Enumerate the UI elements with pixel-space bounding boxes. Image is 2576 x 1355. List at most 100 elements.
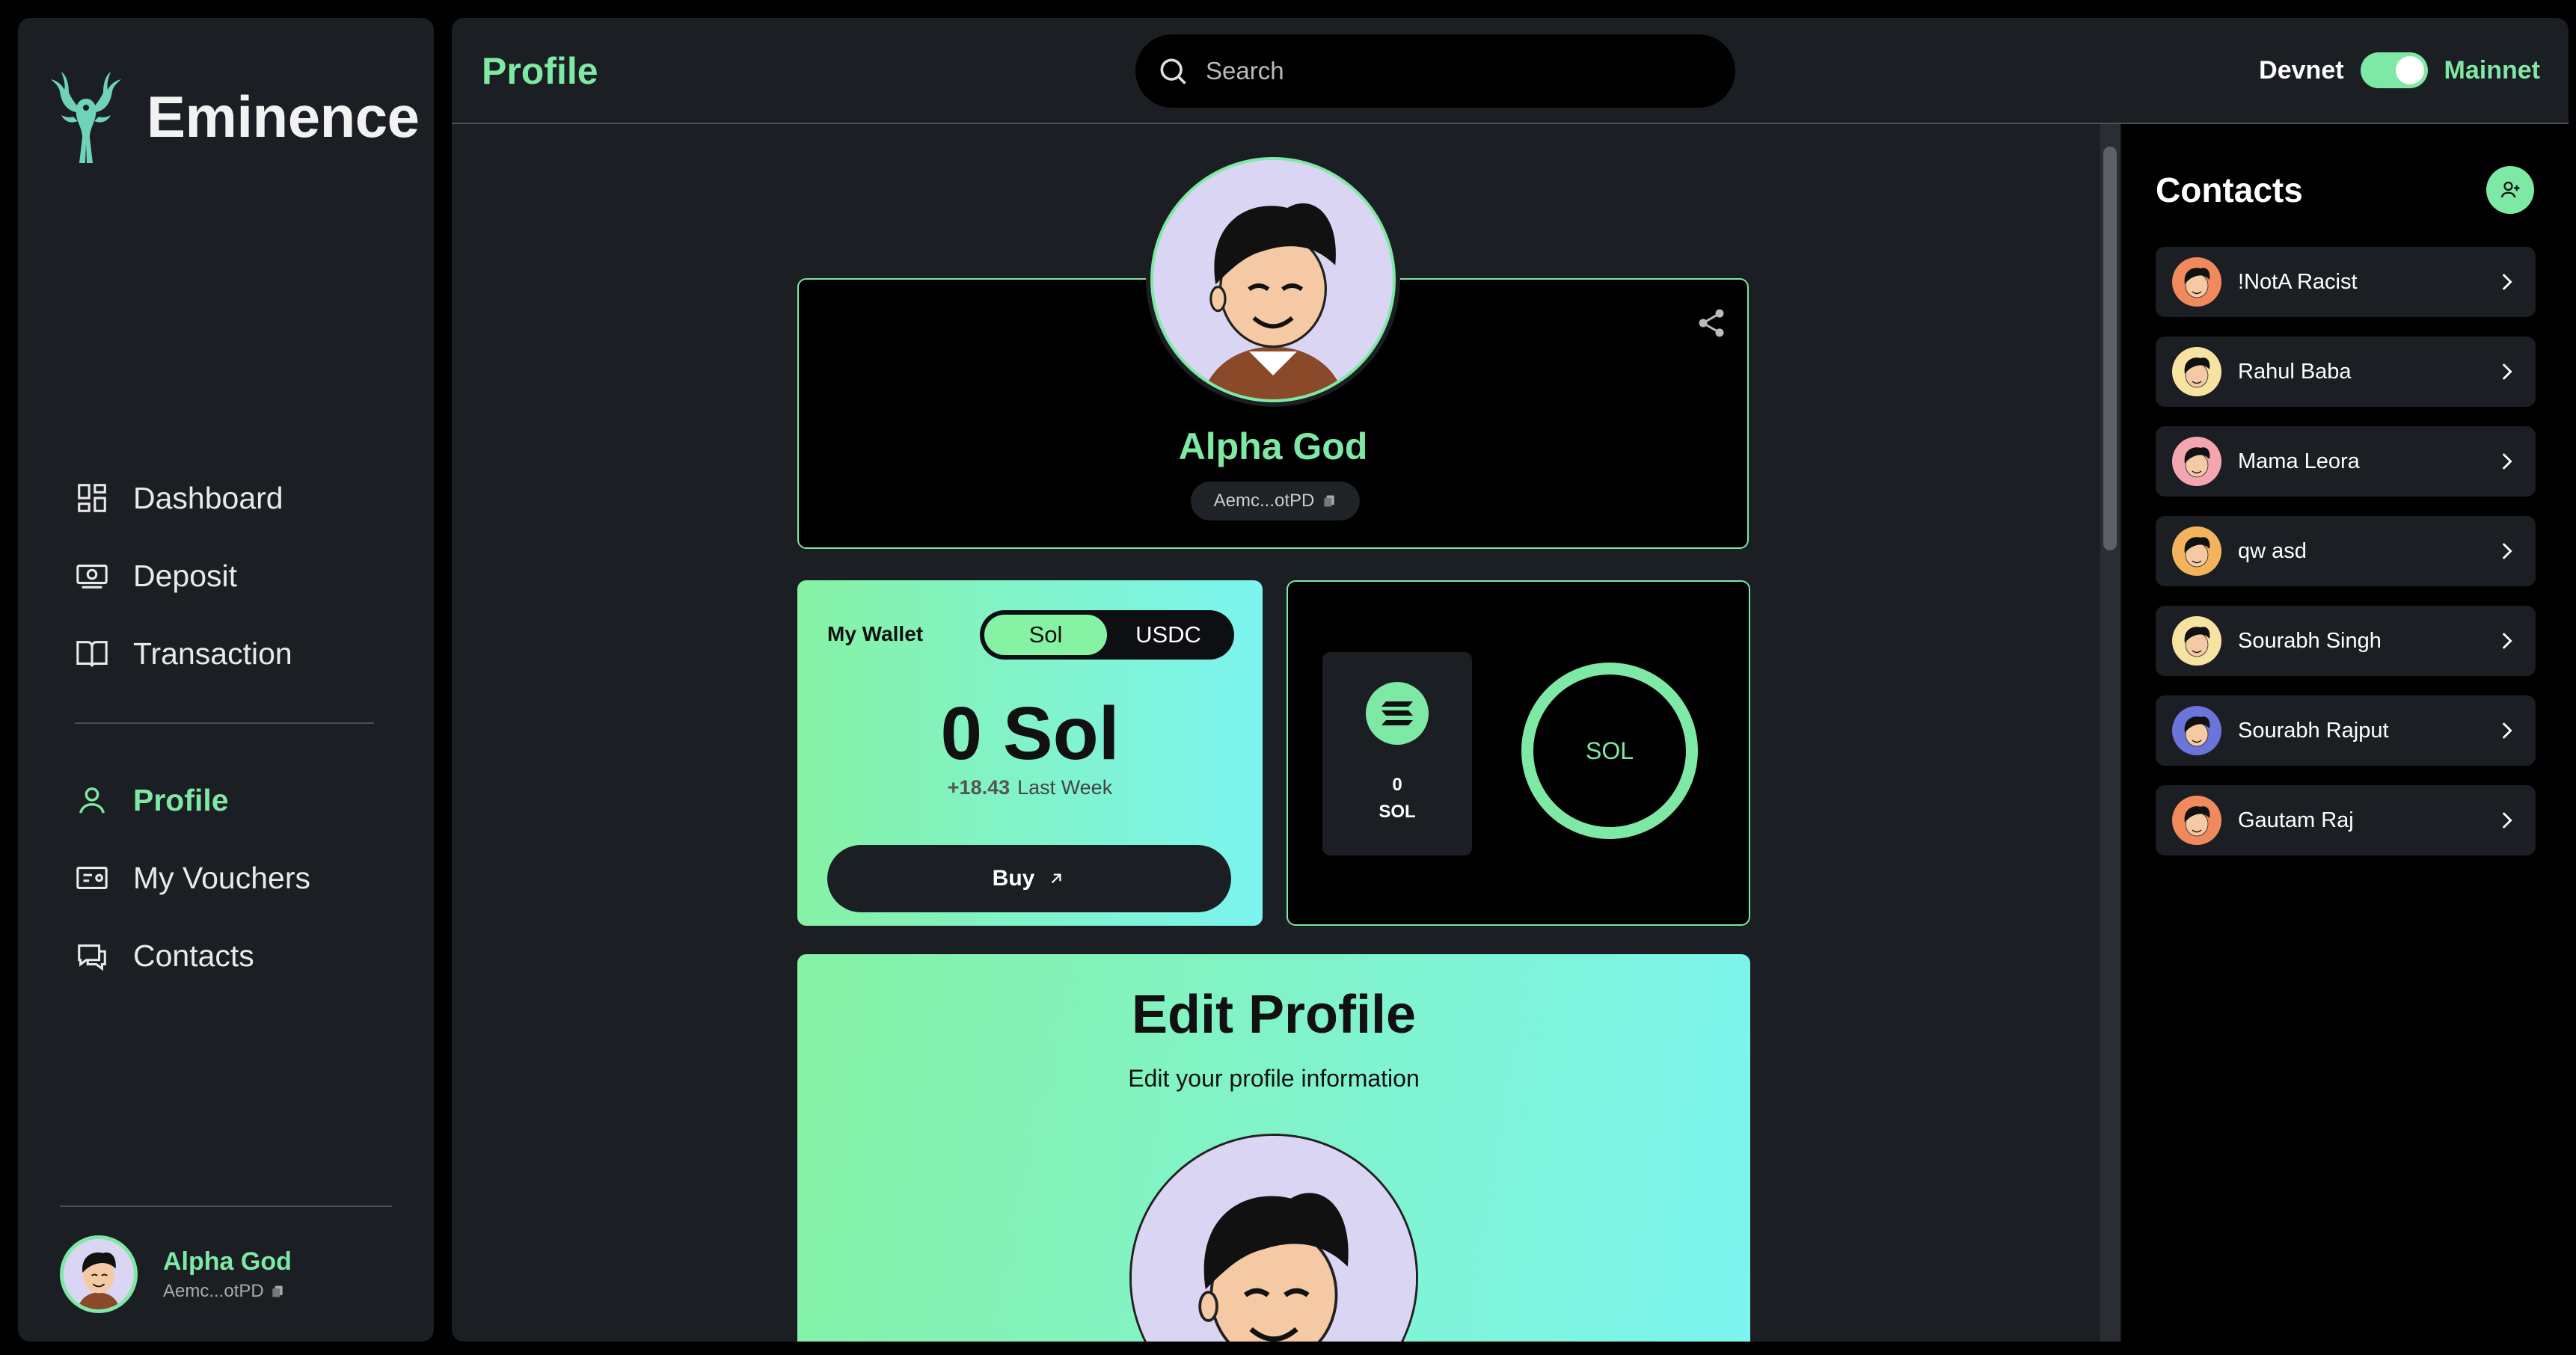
app-window: Eminence Dashboard Deposit Transaction P… bbox=[0, 0, 2576, 1355]
contacts-panel: Contacts !NotA Racist Rahul Baba Mama Leor… bbox=[2121, 124, 2569, 1342]
network-toggle[interactable]: Devnet Mainnet bbox=[2259, 52, 2540, 88]
nav-item-vouchers[interactable]: My Vouchers bbox=[75, 839, 396, 917]
token-tile[interactable]: 0 SOL bbox=[1322, 652, 1472, 855]
user-address[interactable]: Aemc...otPD bbox=[163, 1281, 292, 1302]
chevron-right-icon bbox=[2502, 363, 2512, 380]
main-nav: Dashboard Deposit Transaction Profile My… bbox=[75, 459, 396, 995]
avatar bbox=[2172, 437, 2221, 486]
buy-label: Buy bbox=[992, 866, 1035, 891]
contact-name: Sourabh Rajput bbox=[2238, 718, 2389, 743]
arrow-up-right-icon bbox=[1052, 873, 1061, 884]
chevron-right-icon bbox=[2502, 812, 2512, 829]
contact-item[interactable]: Rahul Baba bbox=[2156, 337, 2536, 407]
contact-item[interactable]: Gautam Raj bbox=[2156, 785, 2536, 855]
wallet-change: +18.43 Last Week bbox=[797, 776, 1263, 799]
dashboard-icon bbox=[78, 484, 106, 512]
nav-item-dashboard[interactable]: Dashboard bbox=[75, 459, 396, 537]
contact-name: Sourabh Singh bbox=[2238, 628, 2382, 653]
token-symbol: SOL bbox=[1379, 802, 1416, 822]
nav-item-profile[interactable]: Profile bbox=[75, 761, 396, 839]
add-contact-button[interactable] bbox=[2486, 166, 2534, 214]
brand-name: Eminence bbox=[147, 83, 420, 150]
nav-label: Profile bbox=[133, 782, 229, 817]
nav-item-deposit[interactable]: Deposit bbox=[75, 537, 396, 615]
currency-switch[interactable]: Sol USDC bbox=[980, 610, 1234, 660]
wallet-balance: 0 Sol bbox=[940, 692, 1120, 775]
network-mainnet-label[interactable]: Mainnet bbox=[2444, 56, 2540, 85]
user-name: Alpha God bbox=[163, 1247, 292, 1276]
contact-item[interactable]: qw asd bbox=[2156, 516, 2536, 586]
avatar-illustration-icon bbox=[2172, 437, 2221, 486]
profile-name: Alpha God bbox=[1178, 425, 1368, 467]
avatar-illustration-icon bbox=[1153, 160, 1393, 399]
currency-tab-sol[interactable]: Sol bbox=[984, 615, 1107, 655]
ring-label: SOL bbox=[1585, 737, 1634, 764]
contact-item[interactable]: Sourabh Singh bbox=[2156, 606, 2536, 676]
main-panel: Profile Devnet Mainnet Alpha God Aemc...… bbox=[452, 18, 2569, 1342]
copy-icon[interactable] bbox=[1322, 494, 1337, 508]
book-icon bbox=[76, 641, 108, 667]
brand[interactable]: Eminence bbox=[45, 69, 420, 165]
avatar bbox=[2172, 706, 2221, 755]
buy-button[interactable]: Buy bbox=[827, 845, 1231, 912]
add-user-icon bbox=[2500, 181, 2520, 198]
avatar-illustration-icon bbox=[1132, 1136, 1416, 1342]
edit-profile-card: Edit Profile Edit your profile informati… bbox=[797, 954, 1750, 1342]
contact-item[interactable]: Sourabh Rajput bbox=[2156, 695, 2536, 766]
voucher-icon bbox=[76, 867, 108, 889]
scroll-thumb[interactable] bbox=[2103, 147, 2117, 550]
avatar-illustration-icon bbox=[2172, 616, 2221, 666]
avatar bbox=[2172, 257, 2221, 307]
contact-name: Gautam Raj bbox=[2238, 808, 2354, 832]
contacts-header: Contacts bbox=[2156, 166, 2534, 214]
chevron-right-icon bbox=[2502, 633, 2512, 649]
wallet-label: My Wallet bbox=[827, 622, 924, 645]
edit-profile-subtitle: Edit your profile information bbox=[1128, 1065, 1420, 1092]
search-icon bbox=[1160, 58, 1186, 85]
contact-item[interactable]: !NotA Racist bbox=[2156, 247, 2536, 317]
solana-icon bbox=[1366, 682, 1429, 745]
deposit-icon bbox=[76, 565, 108, 589]
contact-name: qw asd bbox=[2238, 538, 2307, 563]
nav-label: Transaction bbox=[133, 636, 292, 671]
change-label: Last Week bbox=[1017, 776, 1113, 799]
avatar-illustration-icon bbox=[2172, 257, 2221, 307]
contact-item[interactable]: Mama Leora bbox=[2156, 426, 2536, 497]
edit-avatar[interactable] bbox=[1129, 1134, 1418, 1342]
nav-label: Contacts bbox=[133, 938, 254, 973]
avatar-illustration-icon bbox=[2172, 526, 2221, 576]
avatar-illustration-icon bbox=[2172, 796, 2221, 845]
user-address-text: Aemc...otPD bbox=[163, 1280, 264, 1301]
contact-name: Rahul Baba bbox=[2238, 359, 2352, 384]
profile-avatar bbox=[1150, 157, 1396, 402]
avatar-illustration-icon bbox=[2172, 706, 2221, 755]
chevron-right-icon bbox=[2502, 274, 2512, 290]
wallet-card: My Wallet Sol USDC 0 Sol +18.43 Last Week… bbox=[797, 580, 1263, 926]
nav-label: My Vouchers bbox=[133, 860, 310, 895]
avatar bbox=[2172, 526, 2221, 576]
currency-tab-usdc[interactable]: USDC bbox=[1107, 615, 1230, 655]
search-input[interactable] bbox=[1206, 57, 1684, 85]
content-scrollbar[interactable] bbox=[2100, 124, 2120, 1342]
nav-label: Dashboard bbox=[133, 480, 283, 515]
nav-item-transaction[interactable]: Transaction bbox=[75, 615, 396, 692]
current-user[interactable]: Alpha God Aemc...otPD bbox=[60, 1235, 292, 1313]
chevron-right-icon bbox=[2502, 543, 2512, 559]
share-icon[interactable] bbox=[1695, 307, 1728, 339]
contacts-title: Contacts bbox=[2156, 170, 2303, 209]
network-switch[interactable] bbox=[2360, 52, 2428, 88]
avatar bbox=[60, 1235, 138, 1313]
nav-label: Deposit bbox=[133, 558, 238, 593]
profile-address[interactable]: Aemc...otPD bbox=[1191, 482, 1360, 520]
page-title: Profile bbox=[482, 50, 598, 92]
network-devnet-label[interactable]: Devnet bbox=[2259, 56, 2343, 85]
search-bar[interactable] bbox=[1135, 34, 1735, 108]
nav-item-contacts[interactable]: Contacts bbox=[75, 917, 396, 995]
user-icon bbox=[79, 787, 105, 814]
eminence-logo-icon bbox=[51, 72, 121, 163]
copy-icon[interactable] bbox=[270, 1284, 285, 1299]
chat-icon bbox=[78, 944, 106, 971]
footer-divider bbox=[60, 1205, 392, 1207]
avatar-illustration-icon bbox=[64, 1239, 134, 1309]
chevron-right-icon bbox=[2502, 722, 2512, 739]
